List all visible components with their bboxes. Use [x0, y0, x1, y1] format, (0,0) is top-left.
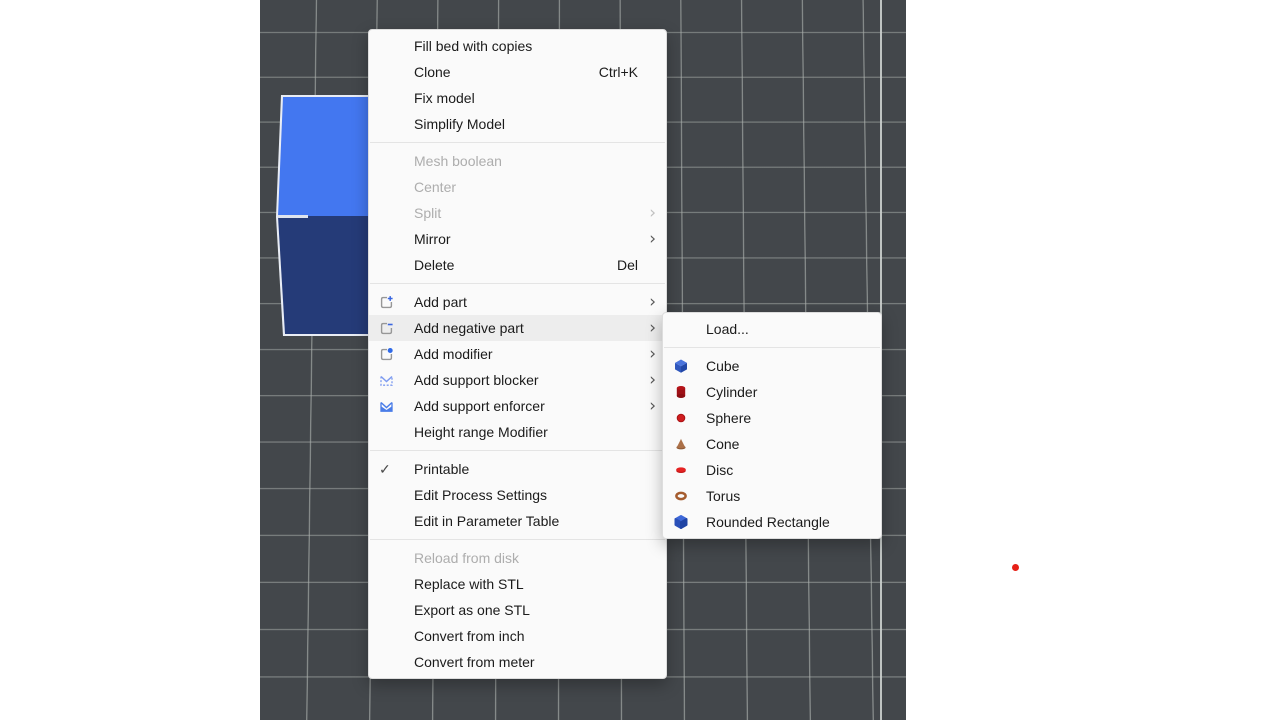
menu-item-label: Mirror — [414, 231, 642, 247]
menu-item-label: Load... — [706, 321, 871, 337]
disc-icon — [673, 462, 691, 478]
menu-item-reload-from-disk: Reload from disk — [369, 545, 666, 571]
context-menu: Fill bed with copies Clone Ctrl+K Fix mo… — [368, 29, 667, 679]
submenu-chevron-icon: › — [642, 399, 656, 413]
menu-item-label: Fix model — [414, 90, 642, 106]
submenu-item-cube[interactable]: Cube — [663, 353, 881, 379]
shortcut-hint: Del — [617, 257, 638, 273]
menu-item-label: Delete — [414, 257, 617, 273]
menu-item-label: Printable — [414, 461, 642, 477]
menu-item-add-modifier[interactable]: Add modifier › — [369, 341, 666, 367]
rounded-rectangle-icon — [673, 514, 691, 530]
submenu-chevron-icon: › — [642, 295, 656, 309]
menu-item-label: Add support enforcer — [414, 398, 642, 414]
menu-item-label: Disc — [706, 462, 871, 478]
menu-separator — [664, 347, 880, 348]
menu-item-label: Fill bed with copies — [414, 38, 642, 54]
menu-item-label: Height range Modifier — [414, 424, 642, 440]
support-enforcer-icon — [379, 398, 399, 414]
model-cube-front-face — [276, 216, 372, 334]
slicer-canvas-screen: { "viewport": { "background_color": "#43… — [0, 0, 1280, 720]
shortcut-hint: Ctrl+K — [599, 64, 638, 80]
cube-icon — [673, 358, 691, 374]
submenu-item-torus[interactable]: Torus — [663, 483, 881, 509]
sphere-icon — [673, 410, 691, 426]
menu-item-printable[interactable]: ✓ Printable — [369, 456, 666, 482]
menu-item-mesh-boolean: Mesh boolean — [369, 148, 666, 174]
menu-item-label: Edit Process Settings — [414, 487, 642, 503]
menu-item-edit-in-parameter-table[interactable]: Edit in Parameter Table — [369, 508, 666, 534]
model-cube-top-face — [276, 97, 372, 216]
menu-item-add-negative-part[interactable]: Add negative part › — [369, 315, 666, 341]
menu-item-mirror[interactable]: Mirror › — [369, 226, 666, 252]
menu-item-label: Split — [414, 205, 642, 221]
menu-item-fix-model[interactable]: Fix model — [369, 85, 666, 111]
red-pointer-dot — [1012, 564, 1019, 571]
add-negative-part-submenu: Load... Cube Cylinder Sphere Cone Disc — [662, 312, 882, 539]
menu-item-simplify-model[interactable]: Simplify Model — [369, 111, 666, 137]
menu-item-label: Clone — [414, 64, 599, 80]
menu-item-label: Replace with STL — [414, 576, 642, 592]
menu-item-label: Sphere — [706, 410, 871, 426]
submenu-item-disc[interactable]: Disc — [663, 457, 881, 483]
model-cube[interactable] — [274, 95, 372, 336]
menu-item-label: Cube — [706, 358, 871, 374]
menu-item-label: Add modifier — [414, 346, 642, 362]
menu-item-split: Split › — [369, 200, 666, 226]
model-edge-highlight — [278, 215, 308, 218]
add-negative-part-icon — [379, 320, 399, 336]
menu-item-center: Center — [369, 174, 666, 200]
menu-separator — [370, 450, 665, 451]
submenu-chevron-icon: › — [642, 232, 656, 246]
submenu-item-sphere[interactable]: Sphere — [663, 405, 881, 431]
submenu-chevron-icon: › — [642, 373, 656, 387]
menu-item-label: Cylinder — [706, 384, 871, 400]
menu-item-label: Add negative part — [414, 320, 642, 336]
menu-item-add-support-blocker[interactable]: Add support blocker › — [369, 367, 666, 393]
menu-item-label: Cone — [706, 436, 871, 452]
menu-separator — [370, 283, 665, 284]
submenu-chevron-icon: › — [642, 321, 656, 335]
menu-item-add-support-enforcer[interactable]: Add support enforcer › — [369, 393, 666, 419]
menu-item-label: Convert from meter — [414, 654, 642, 670]
menu-item-label: Rounded Rectangle — [706, 514, 871, 530]
cone-icon — [673, 436, 691, 452]
menu-item-convert-from-meter[interactable]: Convert from meter — [369, 649, 666, 675]
menu-item-fill-bed-with-copies[interactable]: Fill bed with copies — [369, 33, 666, 59]
menu-item-label: Edit in Parameter Table — [414, 513, 642, 529]
torus-icon — [673, 488, 691, 504]
menu-item-edit-process-settings[interactable]: Edit Process Settings — [369, 482, 666, 508]
menu-item-label: Mesh boolean — [414, 153, 642, 169]
menu-item-height-range-modifier[interactable]: Height range Modifier — [369, 419, 666, 445]
checkmark-icon: ✓ — [379, 461, 399, 477]
menu-item-export-as-one-stl[interactable]: Export as one STL — [369, 597, 666, 623]
submenu-chevron-icon: › — [642, 347, 656, 361]
submenu-item-rounded-rectangle[interactable]: Rounded Rectangle — [663, 509, 881, 535]
menu-item-convert-from-inch[interactable]: Convert from inch — [369, 623, 666, 649]
menu-item-add-part[interactable]: Add part › — [369, 289, 666, 315]
menu-item-delete[interactable]: Delete Del — [369, 252, 666, 278]
menu-separator — [370, 539, 665, 540]
menu-item-label: Reload from disk — [414, 550, 642, 566]
menu-item-label: Simplify Model — [414, 116, 642, 132]
submenu-item-cone[interactable]: Cone — [663, 431, 881, 457]
model-cube-faces — [276, 97, 372, 334]
menu-item-label: Add part — [414, 294, 642, 310]
add-part-icon — [379, 294, 399, 310]
add-modifier-icon — [379, 346, 399, 362]
menu-item-clone[interactable]: Clone Ctrl+K — [369, 59, 666, 85]
submenu-chevron-icon: › — [642, 206, 656, 220]
submenu-item-load[interactable]: Load... — [663, 316, 881, 342]
menu-item-label: Torus — [706, 488, 871, 504]
menu-item-label: Convert from inch — [414, 628, 642, 644]
menu-separator — [370, 142, 665, 143]
cylinder-icon — [673, 384, 691, 400]
menu-item-label: Export as one STL — [414, 602, 642, 618]
submenu-item-cylinder[interactable]: Cylinder — [663, 379, 881, 405]
menu-item-label: Add support blocker — [414, 372, 642, 388]
support-blocker-icon — [379, 372, 399, 388]
menu-item-replace-with-stl[interactable]: Replace with STL — [369, 571, 666, 597]
menu-item-label: Center — [414, 179, 642, 195]
